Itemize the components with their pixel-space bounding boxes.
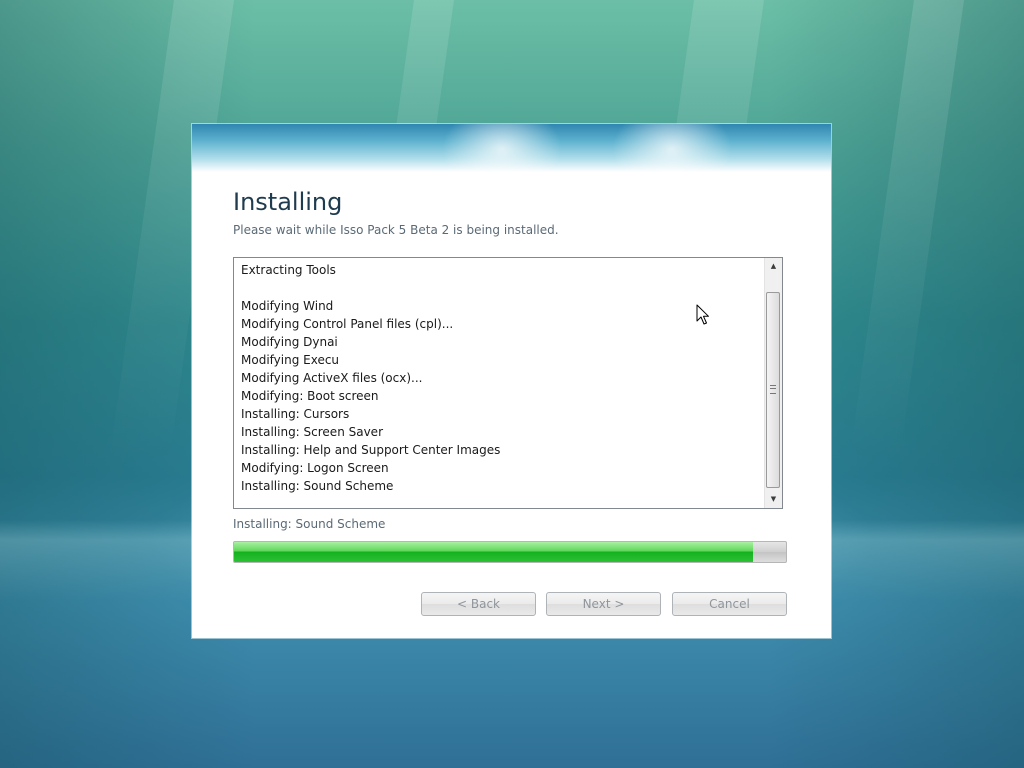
banner-glow bbox=[442, 124, 562, 172]
current-step-label: Installing: Sound Scheme bbox=[233, 517, 386, 531]
scroll-up-arrow-icon[interactable]: ▲ bbox=[765, 258, 782, 275]
install-progress-bar bbox=[233, 541, 787, 563]
log-line: Installing: Sound Scheme bbox=[241, 479, 394, 493]
log-line: Modifying: Boot screen bbox=[241, 389, 379, 403]
log-line: Installing: Screen Saver bbox=[241, 425, 383, 439]
log-line: Modifying: Logon Screen bbox=[241, 461, 389, 475]
log-line: Modifying Dynai bbox=[241, 335, 338, 349]
install-log-listbox[interactable]: Extracting Tools Modifying Wind Modifyin… bbox=[233, 257, 783, 509]
scrollbar-grip-icon bbox=[770, 385, 776, 394]
log-line: Modifying Wind bbox=[241, 299, 334, 313]
log-line: Modifying Control Panel files (cpl)... bbox=[241, 317, 454, 331]
next-button[interactable]: Next > bbox=[546, 592, 661, 616]
progress-fill bbox=[234, 542, 753, 562]
mouse-pointer-icon bbox=[696, 304, 709, 325]
page-title: Installing bbox=[233, 188, 343, 216]
page-subtitle: Please wait while Isso Pack 5 Beta 2 is … bbox=[233, 223, 559, 237]
log-line bbox=[241, 279, 500, 297]
dialog-banner bbox=[192, 124, 831, 172]
log-line: Modifying Execu bbox=[241, 353, 340, 367]
banner-glow bbox=[612, 124, 732, 172]
log-line: Installing: Help and Support Center Imag… bbox=[241, 443, 501, 457]
installer-dialog: Installing Please wait while Isso Pack 5… bbox=[192, 124, 831, 638]
scrollbar-thumb[interactable] bbox=[766, 292, 780, 488]
install-log-lines: Extracting Tools Modifying Wind Modifyin… bbox=[241, 261, 500, 495]
log-line: Modifying ActiveX files (ocx)... bbox=[241, 371, 423, 385]
log-line: Extracting Tools bbox=[241, 263, 336, 277]
cancel-button[interactable]: Cancel bbox=[672, 592, 787, 616]
scroll-down-arrow-icon[interactable]: ▼ bbox=[765, 491, 782, 508]
log-line: Installing: Cursors bbox=[241, 407, 350, 421]
log-scrollbar[interactable]: ▲ ▼ bbox=[764, 258, 782, 508]
back-button[interactable]: < Back bbox=[421, 592, 536, 616]
